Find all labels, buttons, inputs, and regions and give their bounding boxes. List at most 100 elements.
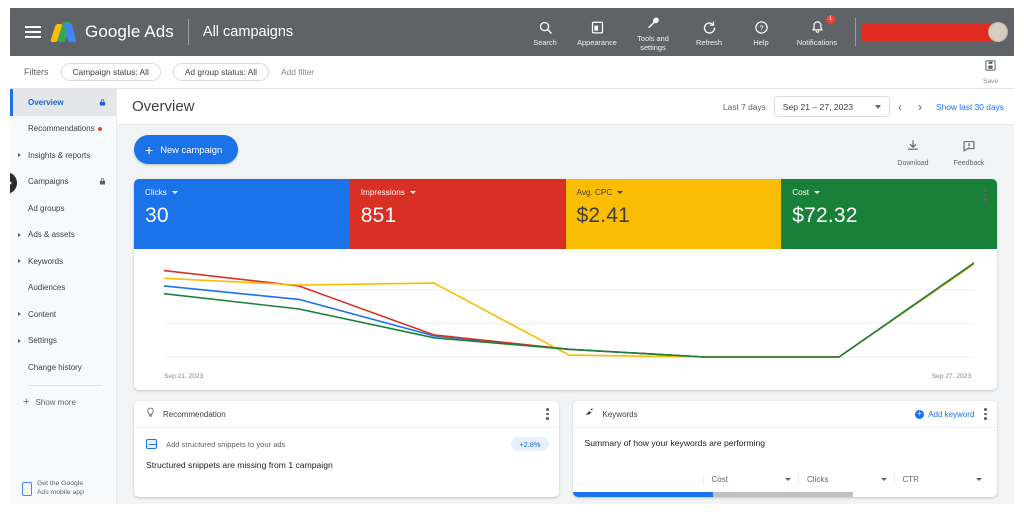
scrollbar-track[interactable] (713, 492, 853, 497)
chart-series-clicks (164, 264, 974, 357)
feedback-button[interactable]: Feedback (941, 139, 997, 167)
refresh-icon (702, 18, 717, 37)
hamburger-icon[interactable] (16, 26, 50, 38)
metric-name-row[interactable]: Clicks (145, 188, 350, 197)
sidebar-item-campaigns[interactable]: Campaigns (10, 169, 116, 196)
chevron-down-icon (785, 478, 791, 481)
recommendation-subtitle: Structured snippets are missing from 1 c… (134, 451, 559, 470)
sidebar-divider (28, 385, 102, 386)
keywords-column-clicks[interactable]: Clicks (798, 475, 894, 484)
sidebar-item-recommendations[interactable]: Recommendations (10, 116, 116, 143)
metric-cards-strip: Clicks 30 Impressions 851 (134, 179, 997, 249)
recommendation-more-options-icon[interactable] (546, 408, 549, 420)
plus-icon: + (145, 143, 153, 157)
download-button[interactable]: Download (885, 139, 941, 167)
feedback-icon (962, 139, 976, 158)
bell-icon (810, 18, 825, 37)
performance-summary-card: Clicks 30 Impressions 851 (134, 179, 997, 390)
mobile-app-text: Get the Google Ads mobile app (37, 480, 84, 497)
save-filter-button[interactable]: Save (983, 59, 998, 85)
appearance-button[interactable]: Appearance (571, 16, 623, 48)
date-range-select[interactable]: Sep 21 – 27, 2023 (774, 96, 890, 117)
scrollbar-thumb[interactable] (573, 492, 713, 497)
keywords-icon (584, 405, 596, 423)
chart-series-avg-cpc (164, 264, 974, 357)
appbar-divider (188, 19, 189, 45)
pin-icon[interactable] (98, 98, 107, 107)
keywords-card: Keywords + Add keyword Summary of how yo… (573, 401, 998, 497)
recommendation-card: Recommendation Add structured snippets t… (134, 401, 559, 497)
google-ads-logo-icon (52, 21, 76, 43)
recommendation-card-title: Recommendation (163, 410, 226, 419)
add-keyword-button[interactable]: + Add keyword (915, 410, 974, 419)
tools-icon (646, 14, 661, 33)
metric-name-row[interactable]: Avg. CPC (577, 188, 782, 197)
filter-chip-campaign-status[interactable]: Campaign status: All (61, 63, 161, 81)
metric-value: $72.32 (792, 204, 997, 228)
new-campaign-label: New campaign (160, 144, 222, 155)
keywords-more-options-icon[interactable] (984, 408, 987, 420)
refresh-label: Refresh (696, 39, 722, 48)
chevron-down-icon (976, 478, 982, 481)
help-icon: ? (754, 18, 769, 37)
scroll-area: + New campaign Download Feedback (117, 125, 1014, 497)
chart-more-options-icon[interactable] (984, 189, 987, 201)
download-icon (906, 139, 920, 158)
metric-name-row[interactable]: Impressions (361, 188, 566, 197)
metric-card-cost[interactable]: Cost $72.32 (781, 179, 997, 249)
sidebar-item-ads-assets[interactable]: Ads & assets (10, 222, 116, 249)
metric-card-clicks[interactable]: Clicks 30 (134, 179, 350, 249)
search-label: Search (533, 39, 556, 48)
keywords-column-cost[interactable]: Cost (703, 475, 799, 484)
sidebar-item-audiences[interactable]: Audiences (10, 275, 116, 302)
column-label: Cost (712, 475, 728, 484)
sidebar-item-ad-groups[interactable]: Ad groups (10, 195, 116, 222)
previous-period-button[interactable]: ‹ (890, 100, 910, 114)
download-label: Download (897, 160, 928, 167)
sidebar-item-change-history[interactable]: Change history (10, 354, 116, 381)
metric-name-row[interactable]: Cost (792, 188, 997, 197)
show-last-30-days-link[interactable]: Show last 30 days (936, 102, 1004, 112)
pin-icon[interactable] (98, 177, 107, 186)
help-button[interactable]: ? Help (735, 16, 787, 48)
metric-card-impressions[interactable]: Impressions 851 (350, 179, 566, 249)
chevron-right-icon (18, 259, 21, 263)
sidebar-item-label: Ad groups (28, 204, 64, 213)
metric-card-avg-cpc[interactable]: Avg. CPC $2.41 (566, 179, 782, 249)
new-campaign-button[interactable]: + New campaign (134, 135, 238, 164)
mobile-app-line2: Ads mobile app (37, 489, 84, 496)
bottom-cards-row: Recommendation Add structured snippets t… (134, 401, 997, 497)
recommendation-item-row[interactable]: Add structured snippets to your ads +2.8… (134, 428, 559, 451)
search-button[interactable]: Search (519, 16, 571, 48)
tools-and-settings-button[interactable]: Tools and settings (623, 12, 683, 52)
notifications-label: Notifications (797, 39, 837, 48)
chevron-down-icon (875, 105, 881, 109)
sidebar-item-settings[interactable]: Settings (10, 328, 116, 355)
chart-x-axis-labels: Sep 21, 2023 Sep 27, 2023 (164, 373, 971, 380)
refresh-button[interactable]: Refresh (683, 16, 735, 48)
notifications-button[interactable]: 1 Notifications (787, 16, 847, 48)
sidebar-item-overview[interactable]: Overview (10, 89, 116, 116)
x-tick-end: Sep 27, 2023 (932, 373, 971, 380)
next-period-button[interactable]: › (910, 100, 930, 114)
account-switcher[interactable] (862, 22, 1008, 42)
chevron-right-icon (18, 312, 21, 316)
plus-circle-icon: + (915, 410, 924, 419)
phone-icon (22, 482, 32, 496)
add-filter-button[interactable]: Add filter (281, 67, 314, 77)
sidebar-item-insights-reports[interactable]: Insights & reports (10, 142, 116, 169)
mobile-app-promo[interactable]: Get the Google Ads mobile app (22, 480, 108, 497)
sidebar-show-more-button[interactable]: + Show more (10, 390, 116, 416)
keywords-card-header: Keywords + Add keyword (573, 401, 998, 428)
keywords-column-ctr[interactable]: CTR (894, 475, 990, 484)
svg-text:?: ? (759, 24, 763, 33)
sidebar-item-keywords[interactable]: Keywords (10, 248, 116, 275)
filter-chip-ad-group-status[interactable]: Ad group status: All (173, 63, 269, 81)
google-ads-overview-screen: Google Ads All campaigns Search Appearan… (0, 0, 1024, 512)
chevron-down-icon (172, 191, 178, 194)
horizontal-scrollbar[interactable] (573, 492, 998, 497)
mobile-app-line1: Get the Google (37, 480, 83, 487)
sidebar-item-content[interactable]: Content (10, 301, 116, 328)
avatar[interactable] (988, 22, 1008, 42)
metric-name: Avg. CPC (577, 188, 613, 197)
